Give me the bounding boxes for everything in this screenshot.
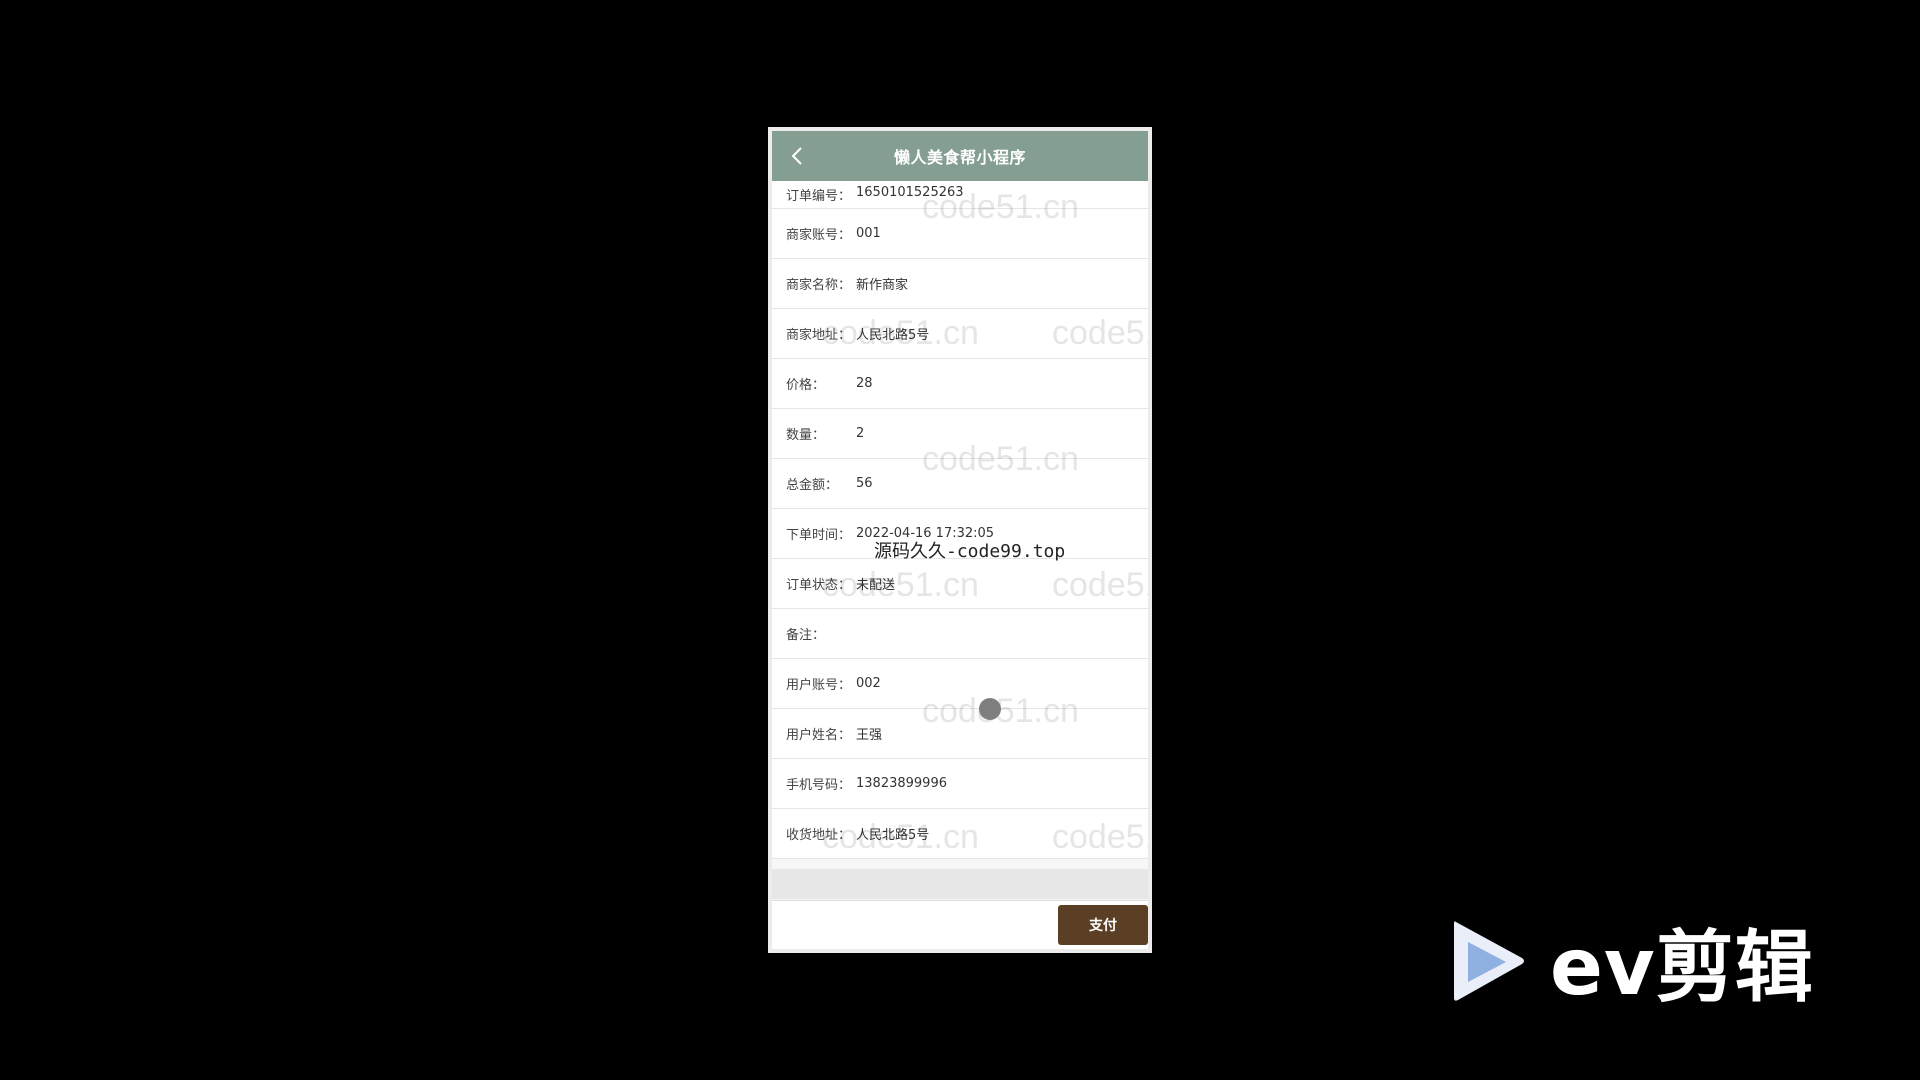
field-label: 收货地址： <box>786 828 852 843</box>
field-merchant-name: 商家名称： 新作商家 <box>772 259 1148 309</box>
field-order-status: 订单状态： 未配送 <box>772 559 1148 609</box>
field-value: 人民北路5号 <box>856 328 930 343</box>
field-value: 002 <box>856 676 881 691</box>
field-value: 2 <box>856 426 865 441</box>
field-value: 王强 <box>856 728 883 743</box>
logo-text: ev剪辑 <box>1550 923 1814 1013</box>
field-label: 总金额： <box>786 478 839 493</box>
field-value: 新作商家 <box>856 278 909 293</box>
field-value: 13823899996 <box>856 776 947 791</box>
spacer-band <box>772 869 1148 899</box>
field-value: 人民北路5号 <box>856 828 930 843</box>
overlay-watermark: 源码久久-code99.top <box>874 541 1066 562</box>
order-detail-list: 订单编号： 1650101525263 商家账号： 001 商家名称： 新作商家… <box>772 181 1148 859</box>
field-label: 用户姓名： <box>786 728 852 743</box>
chevron-left-icon <box>791 147 802 165</box>
field-merchant-address: 商家地址： 人民北路5号 <box>772 309 1148 359</box>
field-total-amount: 总金额： 56 <box>772 459 1148 509</box>
field-order-number: 订单编号： 1650101525263 <box>772 181 1148 209</box>
field-price: 价格： 28 <box>772 359 1148 409</box>
touch-indicator <box>979 698 1001 720</box>
field-value: 未配送 <box>856 578 896 593</box>
field-quantity: 数量： 2 <box>772 409 1148 459</box>
navbar: 懒人美食帮小程序 <box>772 131 1148 181</box>
field-label: 用户账号： <box>786 678 852 693</box>
field-value: 28 <box>856 376 873 391</box>
field-user-account: 用户账号： 002 <box>772 659 1148 709</box>
field-label: 价格： <box>786 378 826 393</box>
field-merchant-account: 商家账号： 001 <box>772 209 1148 259</box>
field-label: 商家账号： <box>786 228 852 243</box>
field-label: 手机号码： <box>786 778 852 793</box>
ev-editor-logo: ev剪辑 <box>1450 905 1814 1017</box>
footer-bar: 支付 <box>772 900 1148 949</box>
field-label: 下单时间： <box>786 528 852 543</box>
field-label: 商家名称： <box>786 278 852 293</box>
field-label: 数量： <box>786 428 826 443</box>
page-title: 懒人美食帮小程序 <box>893 148 1026 167</box>
back-button[interactable] <box>784 143 810 169</box>
field-remark: 备注： <box>772 609 1148 659</box>
field-phone-number: 手机号码： 13823899996 <box>772 759 1148 809</box>
play-logo-icon <box>1454 921 1524 1001</box>
field-label: 商家地址： <box>786 328 852 343</box>
field-label: 备注： <box>786 628 826 643</box>
pay-button[interactable]: 支付 <box>1058 905 1148 945</box>
field-delivery-address: 收货地址： 人民北路5号 <box>772 809 1148 859</box>
field-user-name: 用户姓名： 王强 <box>772 709 1148 759</box>
field-value: 1650101525263 <box>856 185 964 200</box>
field-value: 001 <box>856 226 881 241</box>
field-label: 订单编号： <box>786 189 852 204</box>
field-label: 订单状态： <box>786 578 852 593</box>
field-value: 56 <box>856 476 873 491</box>
